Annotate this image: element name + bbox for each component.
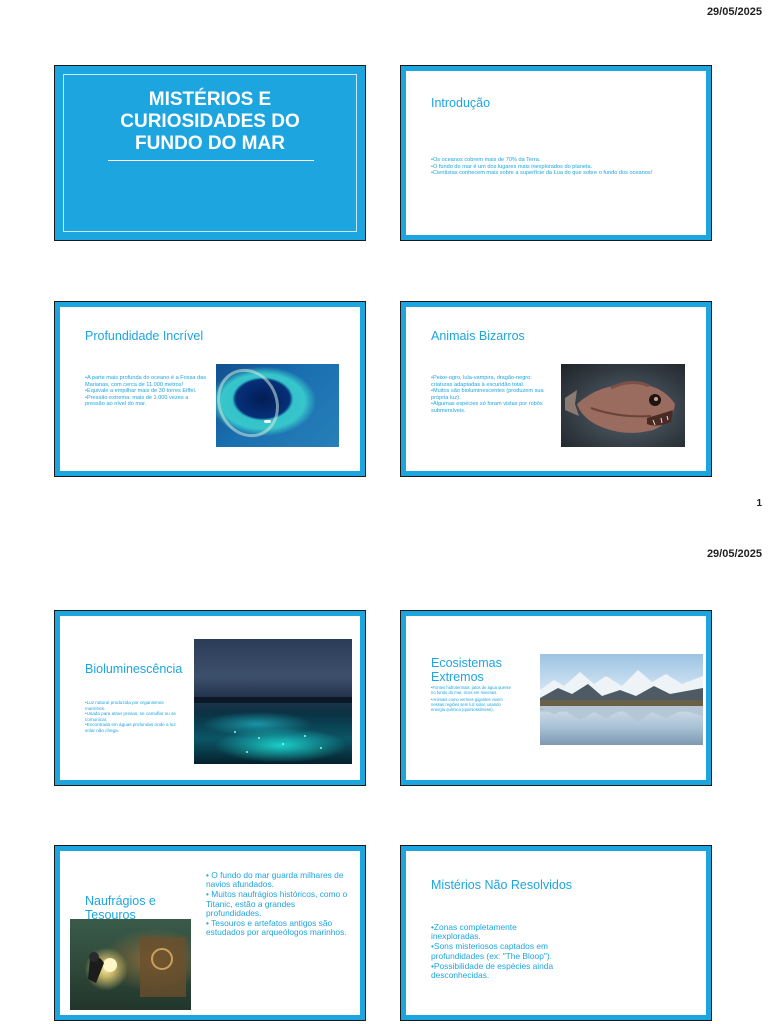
bullet: • O fundo do mar guarda milhares de navi… xyxy=(206,870,344,890)
slide-bullets: •A parte mais profunda do oceano é a Fos… xyxy=(85,375,207,408)
bullet: •Pressão extrema: mais de 1.000 vezes a … xyxy=(85,394,189,408)
diver-illustration xyxy=(88,937,186,997)
slide-bullets: •Peixe-ogro, lula-vampira, dragão-negro:… xyxy=(431,375,551,415)
bullet: •Luz natural produzida por organismos ma… xyxy=(85,700,164,711)
slide-bullets: • O fundo do mar guarda milhares de navi… xyxy=(206,870,351,938)
slide-bullets: •Fontes hidrotermais: jatos de água quen… xyxy=(431,685,515,712)
title-underline xyxy=(108,160,314,161)
slide-title[interactable]: MISTÉRIOS E CURIOSIDADES DO FUNDO DO MAR xyxy=(54,65,366,241)
bioluminescence-photo xyxy=(194,639,352,764)
mountain-illustration xyxy=(540,670,703,722)
presentation-title: MISTÉRIOS E CURIOSIDADES DO FUNDO DO MAR xyxy=(120,89,300,154)
bullet: •Animais como vermes gigantes vivem ness… xyxy=(431,697,503,712)
horizon-line xyxy=(194,696,352,703)
slide-bullets: •Os oceanos cobrem mais de 70% da Terra.… xyxy=(431,157,681,177)
page-number: 1 xyxy=(756,498,762,509)
slide-bullets: •Luz natural produzida por organismos ma… xyxy=(85,700,185,733)
bullet: • Muitos naufrágios históricos, como o T… xyxy=(206,889,348,918)
blue-hole-photo xyxy=(216,364,339,447)
slide-heading: Animais Bizarros xyxy=(431,329,525,343)
bullet: •Zonas completamente inexploradas. xyxy=(431,922,517,942)
bullet: •Fontes hidrotermais: jatos de água quen… xyxy=(431,685,511,695)
shipwreck-photo xyxy=(70,919,191,1010)
bullet: •Sons misteriosos captados em profundida… xyxy=(431,941,552,961)
bullet: •Algumas espécies só foram vistas por ro… xyxy=(431,401,543,414)
slide-bioluminescencia[interactable]: Bioluminescência •Luz natural produzida … xyxy=(54,610,366,786)
bullet: •Os oceanos cobrem mais de 70% da Terra. xyxy=(431,157,541,163)
bullet: •Encontrada em águas profundas onde a lu… xyxy=(85,722,176,733)
slide-heading: Naufrágios e Tesouros xyxy=(85,894,156,922)
bullet: •Peixe-ogro, lula-vampira, dragão-negro:… xyxy=(431,375,532,388)
slide-heading: Profundidade Incrível xyxy=(85,329,204,343)
slide-profundidade[interactable]: Profundidade Incrível •A parte mais prof… xyxy=(54,301,366,477)
slide-heading: Mistérios Não Resolvidos xyxy=(431,878,573,892)
slide-ecossistemas[interactable]: Ecosistemas Extremos •Fontes hidrotermai… xyxy=(400,610,712,786)
slide-heading: Bioluminescência xyxy=(85,662,183,676)
bullet: •Muitos são bioluminescentes (produzem s… xyxy=(431,388,544,401)
bullet: •Cientistas conhecem mais sobre a superf… xyxy=(431,170,653,177)
bullet: •Possibilidade de espécies ainda desconh… xyxy=(431,960,554,981)
boat xyxy=(264,420,271,423)
bullet: •Usada para atrair presas, se camuflar o… xyxy=(85,711,176,722)
handout-page-1: 29/05/2025 MISTÉRIOS E CURIOSIDADES DO F… xyxy=(0,0,768,512)
slide-naufragios[interactable]: Naufrágios e Tesouros • O fundo do mar g… xyxy=(54,845,366,1021)
bullet: • Tesouros e artefatos antigos são estud… xyxy=(206,918,347,938)
bullet: •Equivale a empilhar mais de 30 torres E… xyxy=(85,388,197,395)
print-date: 29/05/2025 xyxy=(706,6,762,18)
print-date: 29/05/2025 xyxy=(706,548,762,560)
slide-bullets: •Zonas completamente inexploradas. •Sons… xyxy=(431,922,561,981)
slide-heading: Introdução xyxy=(431,96,491,110)
reef-ring xyxy=(216,364,290,447)
slide-animais[interactable]: Animais Bizarros •Peixe-ogro, lula-vampi… xyxy=(400,301,712,477)
slide-introducao[interactable]: Introdução •Os oceanos cobrem mais de 70… xyxy=(400,65,712,241)
slide-heading: Ecosistemas Extremos xyxy=(431,656,502,684)
fangtooth-photo xyxy=(561,364,685,447)
arctic-photo xyxy=(540,654,703,745)
fish-illustration xyxy=(565,381,675,433)
bullet: •A parte mais profunda do oceano é a Fos… xyxy=(85,375,207,388)
handout-page-2: 29/05/2025 Bioluminescência •Luz natural… xyxy=(0,512,768,1024)
bullet: •O fundo do mar é um dos lugares mais in… xyxy=(431,163,593,170)
slide-misterios[interactable]: Mistérios Não Resolvidos •Zonas completa… xyxy=(400,845,712,1021)
